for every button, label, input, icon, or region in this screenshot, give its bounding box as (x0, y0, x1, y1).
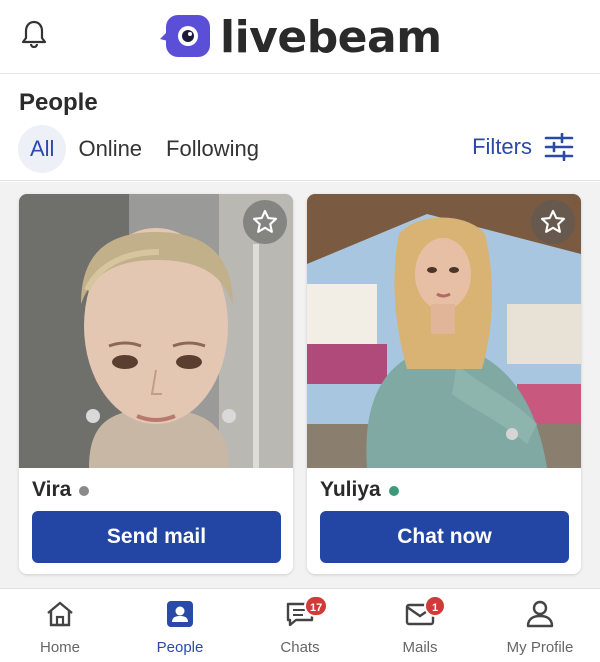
livebeam-logo[interactable]: livebeam (160, 10, 442, 64)
mails-badge: 1 (424, 595, 446, 617)
logo-icon (160, 15, 210, 57)
status-dot (79, 486, 90, 496)
page-title: People (19, 89, 98, 116)
tab-following[interactable]: Following (154, 125, 271, 173)
nav-mails[interactable]: 1 Mails (360, 589, 480, 662)
person-card-icon (167, 601, 193, 627)
sliders-icon (544, 133, 574, 161)
profile-name-row: Vira (32, 478, 90, 502)
bottom-navigation: Home People 17 Chats 1 Mails My Profile (0, 588, 600, 662)
send-mail-button[interactable]: Send mail (32, 511, 281, 563)
people-feed[interactable]: Vira Send mail Yuliya Chat now (0, 182, 600, 588)
tab-all[interactable]: All (18, 125, 67, 173)
nav-people-label: People (156, 639, 204, 656)
tab-online[interactable]: Online (66, 125, 154, 173)
nav-my-profile-label: My Profile (506, 639, 574, 656)
profile-card[interactable]: Yuliya Chat now (307, 194, 581, 574)
logo-text: livebeam (220, 11, 442, 63)
nav-home[interactable]: Home (0, 589, 120, 662)
chat-now-button[interactable]: Chat now (320, 511, 569, 563)
filters-label: Filters (472, 134, 532, 159)
nav-mails-label: Mails (402, 639, 438, 656)
nav-chats[interactable]: 17 Chats (240, 589, 360, 662)
profile-name: Yuliya (320, 478, 381, 501)
online-status-dot (388, 486, 399, 496)
nav-people[interactable]: People (120, 589, 240, 662)
profile-name-row: Yuliya (320, 478, 399, 502)
profile-name: Vira (32, 478, 72, 501)
people-tabs: All Online Following (18, 125, 271, 173)
nav-chats-label: Chats (280, 639, 320, 656)
home-icon (47, 601, 73, 627)
profile-card[interactable]: Vira Send mail (19, 194, 293, 574)
favorite-button[interactable] (243, 200, 287, 244)
nav-my-profile[interactable]: My Profile (480, 589, 600, 662)
people-header: People All Online Following Filters (0, 75, 600, 181)
bell-icon[interactable] (18, 18, 50, 50)
top-bar: livebeam (0, 0, 600, 74)
nav-home-label: Home (39, 639, 80, 656)
filters-button[interactable]: Filters (472, 133, 574, 161)
chats-badge: 17 (304, 595, 329, 617)
star-outline-icon (540, 209, 566, 233)
profile-icon (526, 600, 554, 628)
favorite-button[interactable] (531, 200, 575, 244)
star-outline-icon (252, 209, 278, 233)
